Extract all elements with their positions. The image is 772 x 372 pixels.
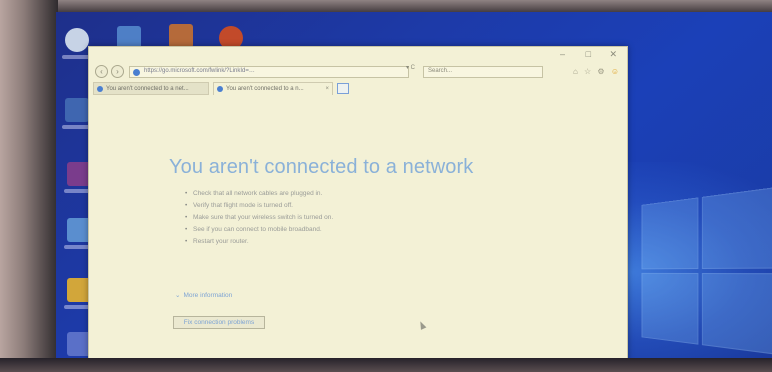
favorites-icon[interactable]: ☆ [584, 67, 593, 76]
tab-bar: You aren't connected to a net... You are… [89, 81, 627, 96]
suggestion-item: Restart your router. [185, 237, 333, 249]
monitor-bezel-left [0, 0, 58, 372]
tab-2-label: You aren't connected to a n... [226, 86, 304, 92]
recycle-bin-icon [65, 28, 89, 52]
windows-logo [641, 187, 772, 357]
tab-ie-icon [217, 86, 223, 92]
address-bar[interactable]: https://go.microsoft.com/fwlink/?LinkId=… [129, 66, 409, 78]
suggestion-item: Check that all network cables are plugge… [185, 189, 333, 201]
back-button[interactable]: ‹ [95, 65, 108, 78]
title-bar: – □ ✕ [89, 47, 627, 63]
browser-window: – □ ✕ ‹ › https://go.microsoft.com/fwlin… [88, 46, 628, 372]
address-bar-row: ‹ › https://go.microsoft.com/fwlink/?Lin… [89, 63, 627, 81]
mouse-cursor [417, 320, 427, 330]
more-information-label: More information [183, 292, 233, 299]
forward-button[interactable]: › [111, 65, 124, 78]
new-tab-button[interactable] [337, 83, 349, 94]
tab-2-active[interactable]: You aren't connected to a n... × [213, 82, 333, 95]
home-icon[interactable]: ⌂ [573, 67, 580, 76]
monitor-bezel-bottom [0, 358, 772, 372]
suggestion-item: Verify that flight mode is turned off. [185, 201, 333, 213]
search-placeholder: Search... [428, 68, 453, 74]
feedback-smiley-icon[interactable]: ☺ [611, 67, 621, 76]
tab-close-icon[interactable]: × [325, 83, 329, 95]
minimize-button[interactable]: – [560, 49, 565, 59]
more-information-link[interactable]: ⌄ More information [175, 291, 232, 299]
address-url: https://go.microsoft.com/fwlink/?LinkId=… [144, 68, 255, 74]
close-button[interactable]: ✕ [609, 49, 617, 60]
toolbar-icons: ⌂ ☆ ⚙ ☺ [573, 67, 621, 76]
folder-icon [65, 98, 89, 122]
app-icon [169, 24, 193, 48]
desktop-icon-app[interactable] [166, 24, 196, 48]
address-refresh-controls[interactable]: ▾ C [406, 64, 415, 71]
fix-connection-problems-button[interactable]: Fix connection problems [173, 316, 265, 329]
tab-ie-icon [97, 86, 103, 92]
suggestion-item: Make sure that your wireless switch is t… [185, 213, 333, 225]
tab-1[interactable]: You aren't connected to a net... [93, 82, 209, 95]
ie-icon [133, 69, 140, 76]
suggestion-item: See if you can connect to mobile broadba… [185, 225, 333, 237]
settings-gear-icon[interactable]: ⚙ [597, 67, 606, 76]
chevron-down-icon: ⌄ [175, 292, 181, 299]
search-input[interactable]: Search... [423, 66, 543, 78]
error-title: You aren't connected to a network [169, 156, 474, 178]
error-suggestions-list: Check that all network cables are plugge… [185, 189, 333, 249]
page-content: You aren't connected to a network Check … [89, 97, 627, 372]
maximize-button[interactable]: □ [586, 49, 591, 59]
tab-1-label: You aren't connected to a net... [106, 86, 189, 92]
